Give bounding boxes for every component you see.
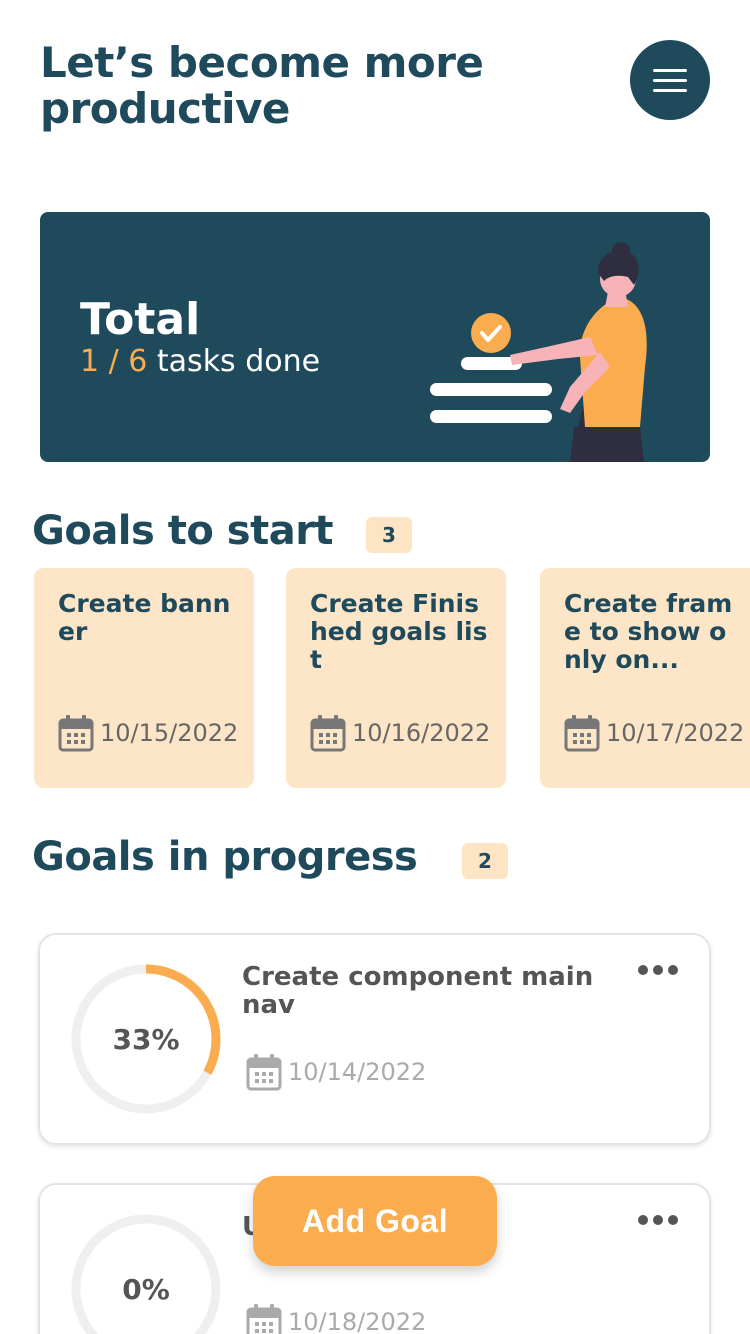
tasks-done-count: 1	[80, 344, 100, 379]
goal-date-text: 10/18/2022	[288, 1308, 427, 1334]
calendar-icon	[246, 1304, 282, 1334]
tasks-total-count: 6	[128, 344, 148, 379]
goal-card-title: Create Finished goals list	[310, 589, 488, 674]
more-dot	[668, 965, 678, 975]
more-dot	[668, 1215, 678, 1225]
hamburger-menu-icon	[653, 68, 687, 72]
goals-in-progress-title: Goals in progress	[32, 834, 418, 880]
goal-card-title: Create frame to show only on...	[564, 589, 733, 674]
menu-button[interactable]	[630, 40, 710, 120]
page-header: Let’s become more productive	[40, 40, 540, 132]
progress-goal-title: Create component main nav	[242, 962, 594, 1020]
goal-card-date: 10/17/2022	[564, 714, 744, 752]
goal-card-date: 10/15/2022	[58, 714, 238, 752]
goal-card[interactable]: Create frame to show only on... 10/17/20…	[540, 568, 750, 788]
person-checklist-illustration	[430, 242, 647, 462]
progress-goal-card[interactable]: 33% Create component main nav 10/14/2022	[38, 933, 711, 1145]
goal-date-text: 10/16/2022	[352, 719, 491, 747]
more-options-button[interactable]	[638, 965, 678, 975]
progress-percent: 33%	[112, 1022, 180, 1056]
progress-goal-date: 10/14/2022	[246, 1053, 426, 1091]
more-dot	[653, 965, 663, 975]
goals-in-progress-count-badge: 2	[462, 843, 508, 879]
page-title: Let’s become more productive	[40, 38, 484, 133]
goal-card-date: 10/16/2022	[310, 714, 490, 752]
goal-date-text: 10/14/2022	[288, 1058, 427, 1086]
calendar-icon	[564, 715, 600, 752]
tasks-done-text: 1 / 6 tasks done	[80, 344, 320, 379]
goal-card-title: Create banner	[58, 589, 231, 646]
summary-banner: Total 1 / 6 tasks done	[40, 212, 710, 462]
more-dot	[653, 1215, 663, 1225]
more-dots-icon	[638, 1215, 648, 1225]
goal-card[interactable]: Create banner 10/15/2022	[34, 568, 254, 788]
calendar-icon	[246, 1054, 282, 1091]
calendar-icon	[58, 715, 94, 752]
progress-percent: 0%	[122, 1272, 170, 1306]
goal-card[interactable]: Create Finished goals list 10/16/2022	[286, 568, 506, 788]
tasks-separator: /	[99, 344, 129, 379]
banner-label: Total	[80, 294, 201, 345]
goal-date-text: 10/17/2022	[606, 719, 745, 747]
progress-goal-date: 10/18/2022	[246, 1303, 426, 1334]
more-dots-icon	[638, 965, 648, 975]
hamburger-line	[653, 88, 687, 92]
add-goal-button[interactable]: Add Goal	[253, 1176, 497, 1266]
hamburger-line	[653, 78, 687, 82]
more-options-button[interactable]	[638, 1215, 678, 1225]
calendar-icon	[310, 715, 346, 752]
tasks-done-suffix: tasks done	[147, 344, 321, 379]
goal-date-text: 10/15/2022	[100, 719, 239, 747]
goals-to-start-title: Goals to start	[32, 508, 334, 554]
goals-to-start-count-badge: 3	[366, 517, 412, 553]
